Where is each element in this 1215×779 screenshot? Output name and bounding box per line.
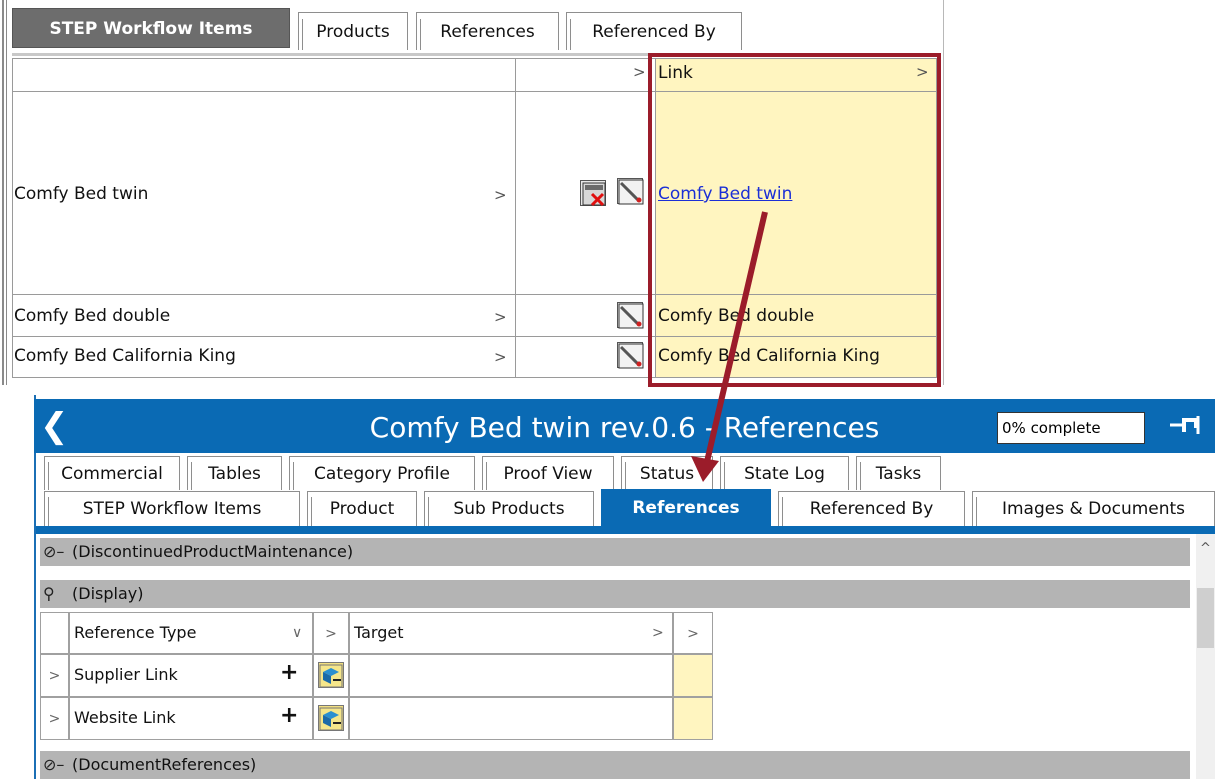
callout-arrow: [691, 211, 768, 482]
